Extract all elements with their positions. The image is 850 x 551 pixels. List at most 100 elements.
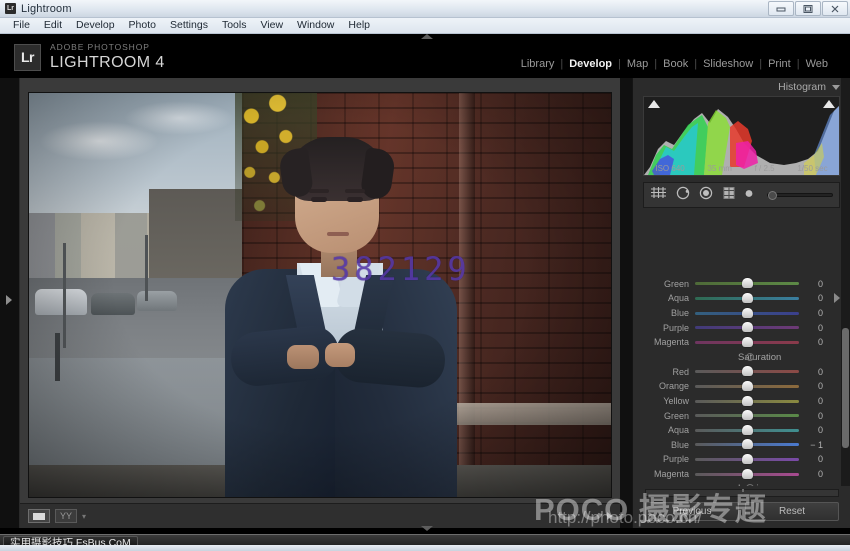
slider-row[interactable]: Magenta 0 <box>633 467 833 482</box>
histogram-title: Histogram <box>778 81 826 93</box>
red-eye-correction-icon[interactable] <box>699 186 713 205</box>
menu-settings[interactable]: Settings <box>163 18 215 33</box>
slider-knob[interactable] <box>742 381 753 391</box>
slider-value: 0 <box>799 469 833 479</box>
slider-track[interactable] <box>695 326 799 329</box>
slider-row[interactable]: Purple 0 <box>633 320 833 335</box>
brush-size-knob[interactable] <box>768 191 777 200</box>
menu-view[interactable]: View <box>253 18 290 33</box>
slider-row[interactable]: Purple 0 <box>633 452 833 467</box>
slider-row[interactable]: Orange 0 <box>633 379 833 394</box>
slider-knob[interactable] <box>742 293 753 303</box>
saturation-group-title[interactable]: Saturation <box>633 350 833 365</box>
slider-row[interactable]: Magenta 0 <box>633 335 833 350</box>
slider-knob[interactable] <box>742 410 753 420</box>
module-book[interactable]: Book <box>657 58 694 70</box>
chevron-down-icon[interactable] <box>832 85 840 90</box>
left-panel-collapsed[interactable] <box>0 78 20 528</box>
slider-knob[interactable] <box>742 469 753 479</box>
slider-value: − 1 <box>799 440 833 450</box>
slider-knob[interactable] <box>742 308 753 318</box>
slider-knob[interactable] <box>742 366 753 376</box>
app-body: 382129 YY ▾ Histogram <box>0 78 850 528</box>
module-slideshow[interactable]: Slideshow <box>697 58 759 70</box>
slider-track[interactable] <box>695 341 799 344</box>
menu-edit[interactable]: Edit <box>37 18 69 33</box>
lightroom-logo: Lr <box>14 44 41 71</box>
loupe-view-icon[interactable] <box>28 509 50 523</box>
module-develop[interactable]: Develop <box>563 58 618 70</box>
module-web[interactable]: Web <box>800 58 834 70</box>
hsl-group-hue: Yellow 0 Green 0 <box>633 277 833 350</box>
menu-help[interactable]: Help <box>341 18 377 33</box>
slider-track[interactable] <box>695 458 799 461</box>
module-map[interactable]: Map <box>621 58 654 70</box>
slider-knob[interactable] <box>742 278 753 288</box>
compare-view-button[interactable]: YY <box>55 509 77 523</box>
slider-knob[interactable] <box>742 439 753 449</box>
photo-image <box>29 93 611 497</box>
module-print[interactable]: Print <box>762 58 797 70</box>
menu-develop[interactable]: Develop <box>69 18 122 33</box>
window-title: Lightroom <box>21 3 72 15</box>
crop-overlay-icon[interactable] <box>650 186 667 204</box>
maximize-button[interactable] <box>795 1 821 16</box>
menu-tools[interactable]: Tools <box>215 18 254 33</box>
spot-removal-icon[interactable] <box>676 186 690 205</box>
highlight-clipping-icon[interactable] <box>823 100 835 108</box>
slider-label: Blue <box>637 440 695 450</box>
slider-value: 0 <box>799 425 833 435</box>
minimize-button[interactable] <box>768 1 794 16</box>
bottom-panel-toggle-icon[interactable] <box>421 526 433 531</box>
exif-aperture: f / 2.5 <box>755 164 775 173</box>
top-panel-toggle-icon[interactable] <box>421 34 433 39</box>
adjustment-brush-icon[interactable] <box>745 186 756 204</box>
slider-track[interactable] <box>695 400 799 403</box>
slider-knob[interactable] <box>742 454 753 464</box>
slider-track[interactable] <box>695 429 799 432</box>
graduated-filter-icon[interactable] <box>722 186 736 205</box>
close-button[interactable] <box>822 1 848 16</box>
slider-knob[interactable] <box>742 322 753 332</box>
slider-knob[interactable] <box>742 396 753 406</box>
slider-track[interactable] <box>695 385 799 388</box>
brush-size-slider[interactable] <box>767 193 833 197</box>
right-strip <box>620 78 632 528</box>
slider-row[interactable]: Yellow 0 <box>633 394 833 409</box>
slider-row[interactable]: Blue 0 <box>633 306 833 321</box>
slider-row[interactable]: Red 0 <box>633 365 833 380</box>
slider-label: Aqua <box>637 293 695 303</box>
right-panel-scrollbar[interactable] <box>841 78 850 528</box>
slider-label: Magenta <box>637 469 695 479</box>
module-library[interactable]: Library <box>515 58 561 70</box>
shadow-clipping-icon[interactable] <box>648 100 660 108</box>
photo-frame[interactable]: 382129 <box>28 92 612 498</box>
slider-knob[interactable] <box>742 425 753 435</box>
slider-row[interactable]: Blue − 1 <box>633 438 833 453</box>
toolbar-caret-icon[interactable]: ▾ <box>82 512 86 521</box>
slider-track[interactable] <box>695 473 799 476</box>
menu-photo[interactable]: Photo <box>122 18 163 33</box>
left-panel-expand-icon[interactable] <box>6 295 12 305</box>
slider-track[interactable] <box>695 297 799 300</box>
slider-track[interactable] <box>695 282 799 285</box>
lightroom-app: Lr ADOBE PHOTOSHOP LIGHTROOM 4 Library |… <box>0 34 850 528</box>
slider-track[interactable] <box>695 414 799 417</box>
slider-track[interactable] <box>695 312 799 315</box>
slider-row[interactable]: Aqua 0 <box>633 423 833 438</box>
slider-row[interactable]: Green 0 <box>633 408 833 423</box>
slider-row[interactable]: Aqua 0 <box>633 291 833 306</box>
slider-track[interactable] <box>695 370 799 373</box>
app-branding: Lr ADOBE PHOTOSHOP LIGHTROOM 4 <box>14 43 165 71</box>
slider-knob[interactable] <box>742 337 753 347</box>
menu-file[interactable]: File <box>6 18 37 33</box>
histogram-graph[interactable]: ISO 640 35 mm f / 2.5 1/50 sec <box>643 96 840 176</box>
menu-window[interactable]: Window <box>290 18 341 33</box>
histogram-header[interactable]: Histogram <box>633 78 850 96</box>
slider-row[interactable]: Green 0 <box>633 277 833 291</box>
target-adjust-icon[interactable] <box>746 353 754 361</box>
scrollbar-thumb[interactable] <box>842 328 849 448</box>
slider-track[interactable] <box>695 443 799 446</box>
app-root: Lr Lightroom File Edit Develop Photo Set… <box>0 0 850 551</box>
right-panel-collapse-icon[interactable] <box>834 293 840 303</box>
